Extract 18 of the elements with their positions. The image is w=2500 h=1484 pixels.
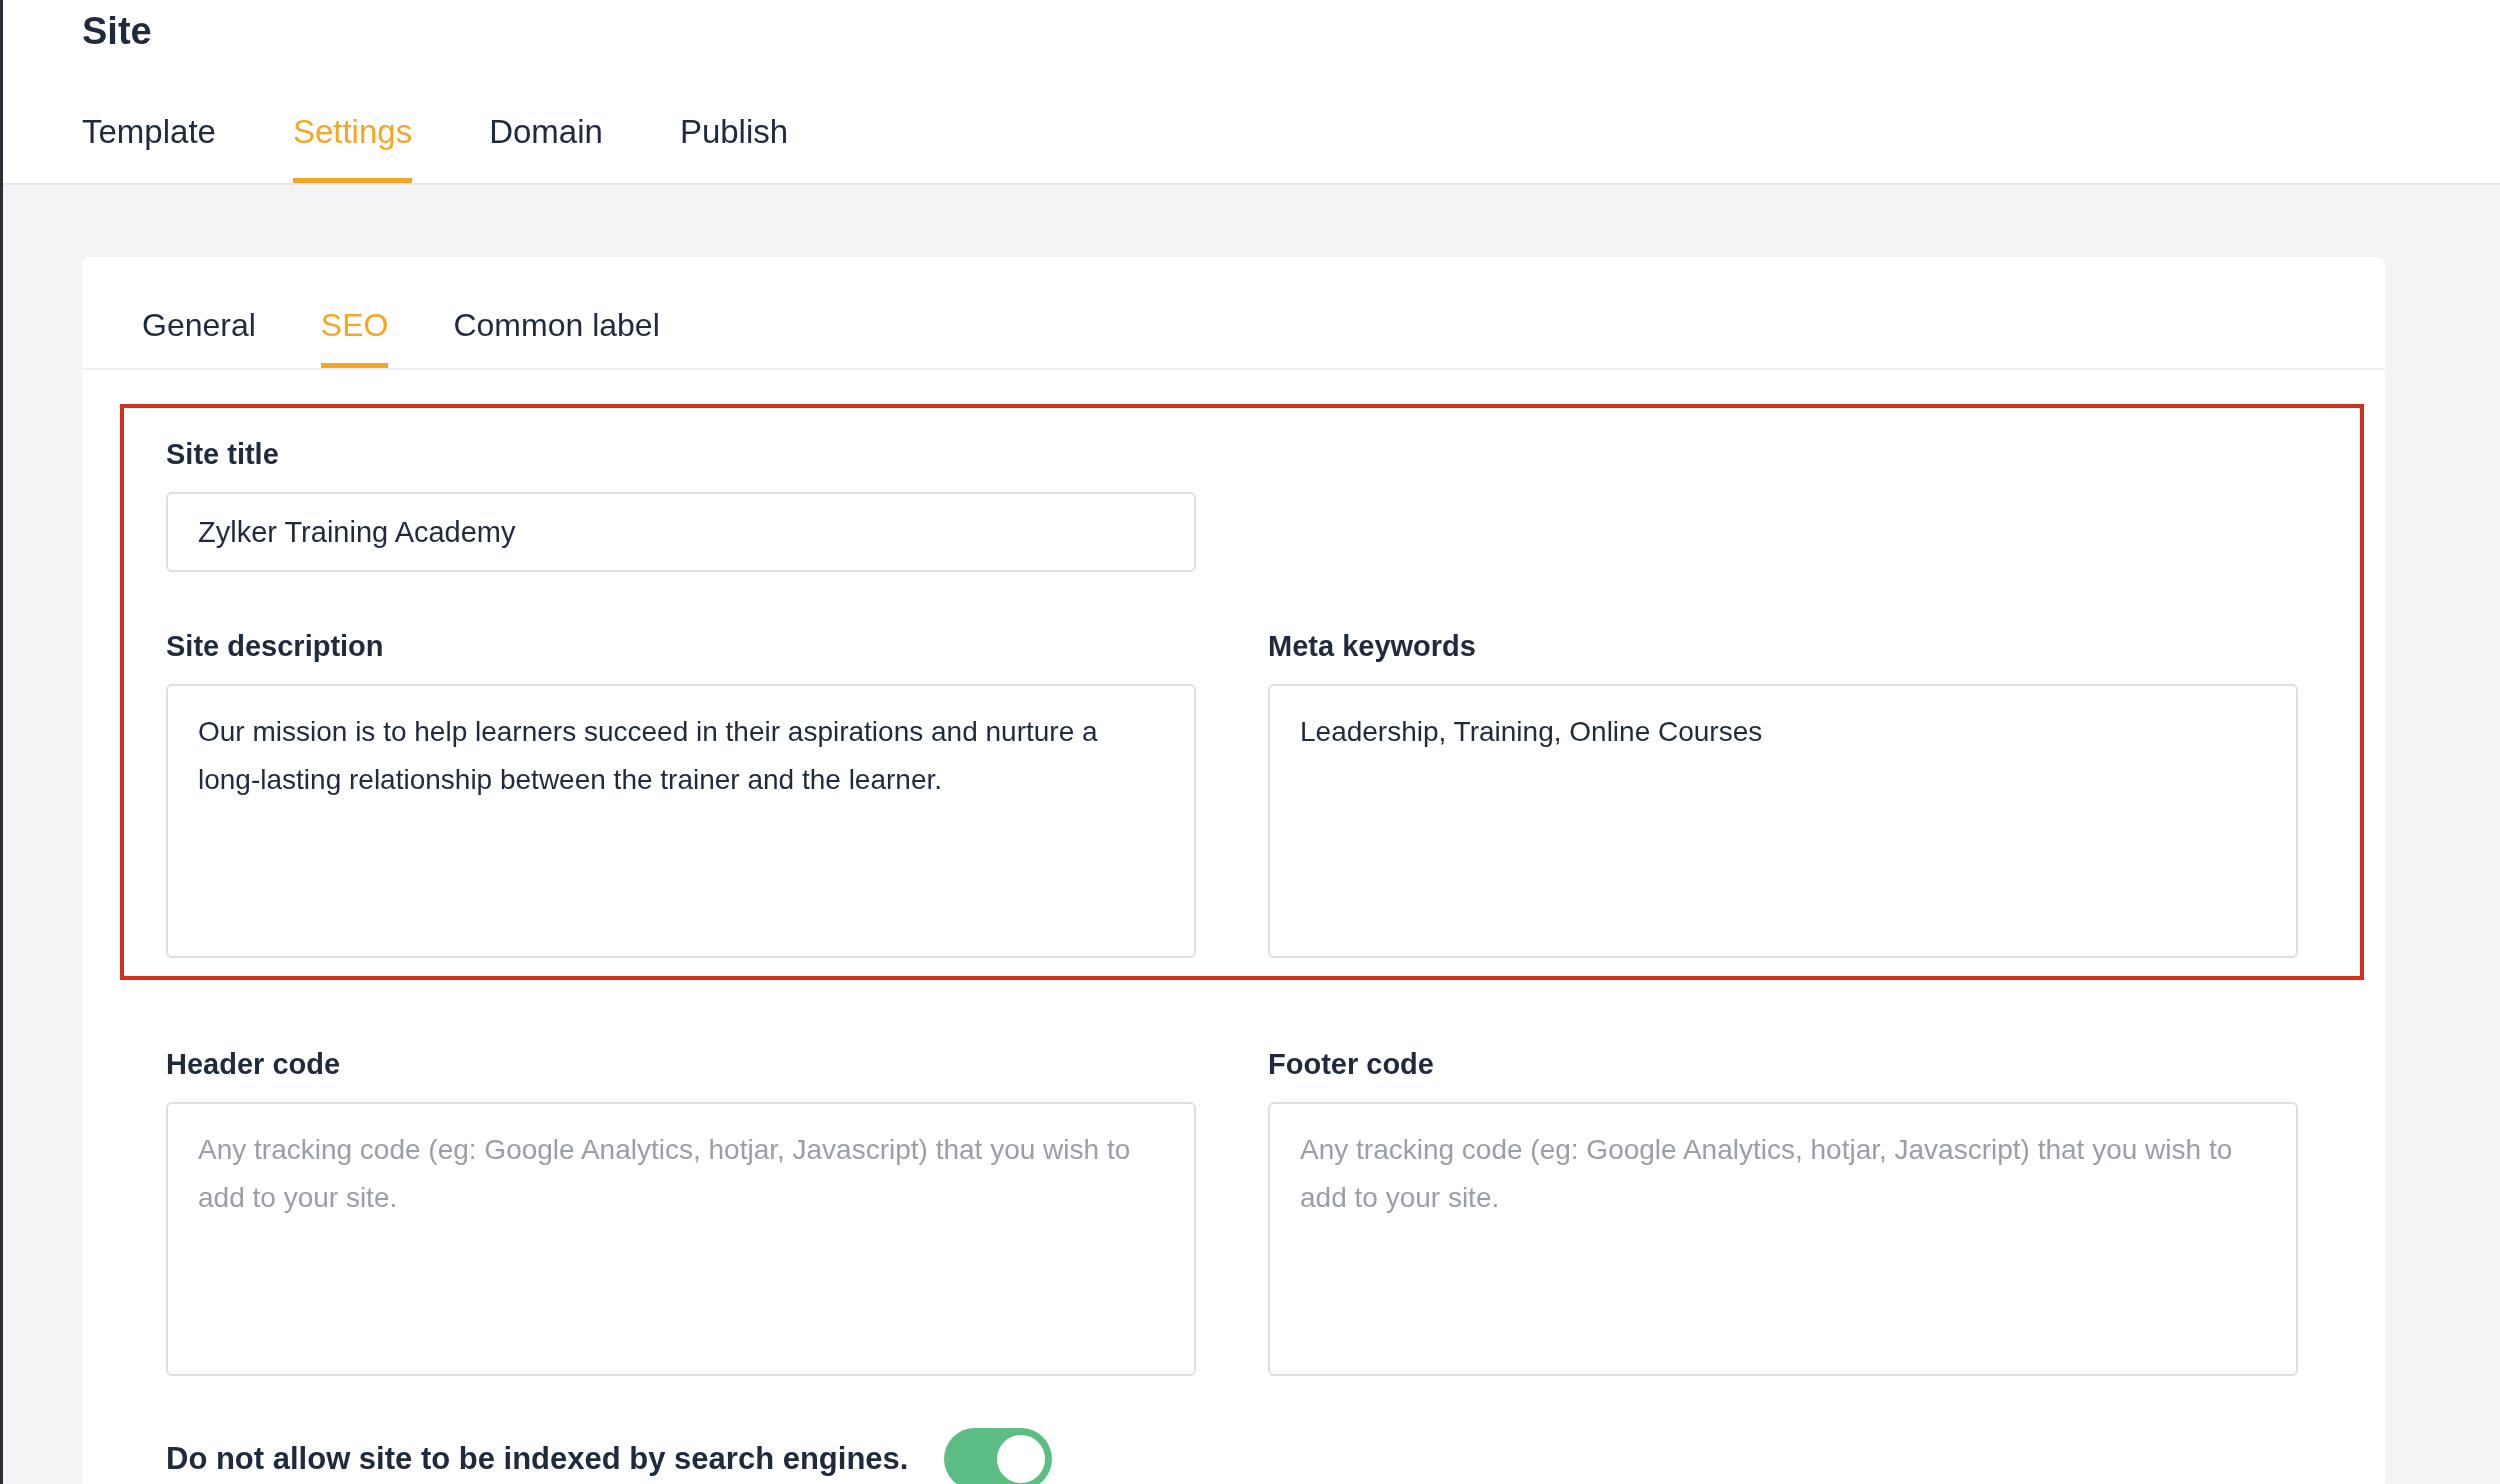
tab[interactable]: General (142, 305, 256, 368)
text-area[interactable]: Any tracking code (eg: Google Analytics, hotjar, Javascript) that you wish to add to your site. (166, 1102, 1196, 1376)
tab[interactable]: Publish (679, 112, 789, 183)
page-title: Site (82, 9, 153, 54)
tab[interactable]: Domain (489, 112, 603, 183)
text-field[interactable]: Zylker Training Academy (166, 492, 1196, 572)
text-area[interactable]: Our mission is to help learners succeed in their aspirations and nurture a long-lasting relationship between the trainer and the learner. (166, 684, 1196, 958)
field-label: Footer code (1268, 1047, 1435, 1082)
field-label: Site title (166, 437, 280, 472)
field-label: Meta keywords (1268, 629, 1477, 664)
field-label: Site description (166, 629, 385, 664)
toggle-label: Do not allow site to be indexed by search engines. (166, 1441, 909, 1477)
tab[interactable]: Common label (453, 305, 660, 368)
text-area[interactable]: Any tracking code (eg: Google Analytics, hotjar, Javascript) that you wish to add to your site. (1268, 1102, 2298, 1376)
text-area[interactable]: Leadership, Training, Online Courses (1268, 684, 2298, 958)
toggle-switch[interactable] (944, 1428, 1053, 1484)
field-label: Header code (166, 1047, 342, 1082)
tab[interactable]: Template (82, 112, 216, 183)
